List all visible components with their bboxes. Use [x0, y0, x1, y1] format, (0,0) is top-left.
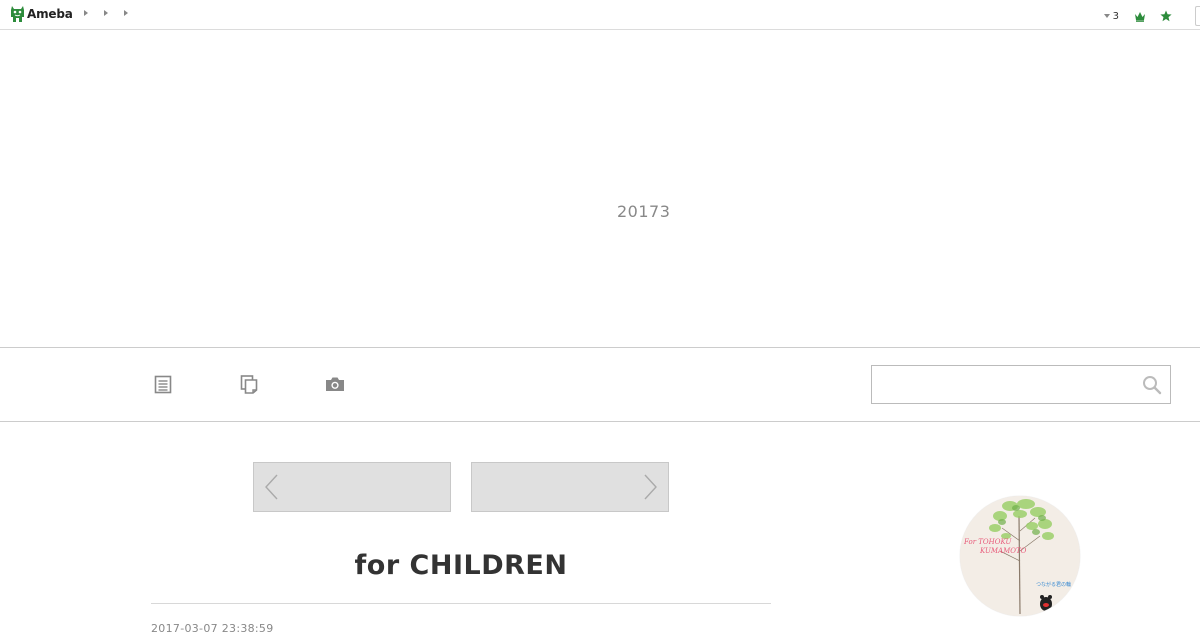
ameba-logo-icon: [11, 6, 24, 22]
themes-button[interactable]: [238, 373, 260, 395]
search-icon: [1143, 376, 1162, 395]
divider: [151, 603, 771, 604]
blog-navbar: [0, 347, 1200, 422]
next-entry-button[interactable]: [471, 462, 669, 512]
profile-image[interactable]: For TOHOKU KUMAMOTO つながる君の輪: [960, 496, 1080, 616]
breadcrumb-arrow-icon[interactable]: [84, 10, 88, 16]
breadcrumb-arrow-icon[interactable]: [104, 10, 108, 16]
entries-list-icon: [154, 375, 172, 394]
camera-icon: [326, 377, 344, 391]
ameba-logo[interactable]: Ameba: [10, 5, 73, 23]
blog-search: [871, 365, 1171, 404]
profile-text-line2: KUMAMOTO: [980, 547, 1027, 555]
profile-text-line1: For TOHOKU: [964, 538, 1012, 546]
profile-text-line3: つながる君の輪: [1036, 582, 1072, 588]
menu-edge-button[interactable]: [1195, 6, 1200, 26]
previous-entry-button[interactable]: [253, 462, 451, 512]
search-input[interactable]: [872, 366, 1132, 403]
entries-list-button[interactable]: [152, 373, 174, 395]
favorite-button[interactable]: [1159, 9, 1173, 23]
breadcrumb-arrow-icon[interactable]: [124, 10, 128, 16]
chevron-down-icon: [1103, 14, 1110, 18]
crown-icon: [1135, 11, 1145, 22]
star-icon: [1160, 10, 1172, 22]
chevron-right-icon: [644, 474, 657, 500]
crown-button[interactable]: [1133, 9, 1147, 23]
tree-illustration: [960, 496, 1080, 616]
brand-name: Ameba: [27, 7, 73, 21]
themes-icon: [240, 375, 258, 394]
entry-date: 2017-03-07 23:38:59: [151, 622, 274, 635]
notification-count: 3: [1112, 10, 1119, 22]
blog-header-text: 20173: [617, 202, 671, 221]
breadcrumb: [84, 10, 144, 16]
header-actions: 3: [1103, 6, 1200, 26]
entry-title[interactable]: for CHILDREN: [151, 550, 771, 581]
photos-button[interactable]: [324, 373, 346, 395]
global-header: Ameba 3: [0, 0, 1200, 30]
blog-header: 20173: [0, 30, 1200, 347]
notification-button[interactable]: 3: [1103, 10, 1119, 22]
chevron-left-icon: [265, 474, 278, 500]
search-button[interactable]: [1142, 375, 1162, 395]
